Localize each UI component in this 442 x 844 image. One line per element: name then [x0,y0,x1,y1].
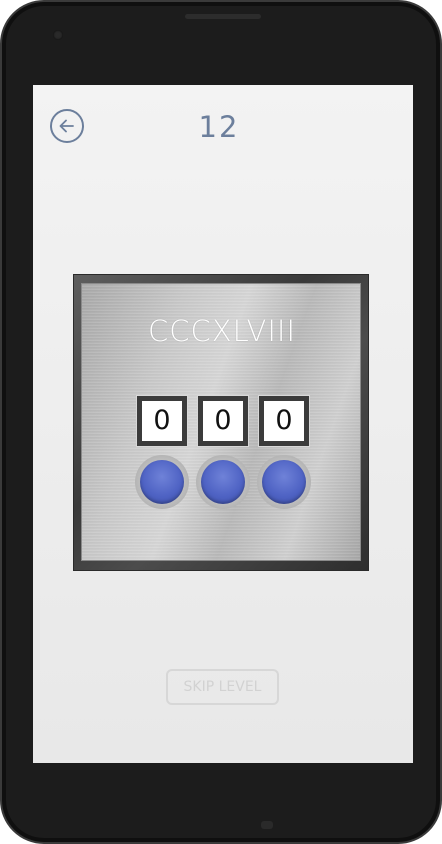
phone-frame: 12 CCCXLVIII 0 0 0 SKIP LEVEL [0,0,442,844]
earpiece-speaker [185,14,261,19]
skip-level-button[interactable]: SKIP LEVEL [166,669,279,705]
brushed-metal-plate: CCCXLVIII 0 0 0 [81,283,361,561]
blue-button-cap [201,460,245,504]
increment-ones-button[interactable] [257,455,311,509]
bottom-speaker [261,821,273,829]
digit-display-tens: 0 [197,395,249,447]
increment-hundreds-button[interactable] [135,455,189,509]
digit-display-ones: 0 [258,395,310,447]
back-button[interactable] [50,109,84,143]
blue-button-cap [262,460,306,504]
increment-tens-button[interactable] [196,455,250,509]
blue-button-cap [140,460,184,504]
puzzle-panel: CCCXLVIII 0 0 0 [73,274,369,571]
digit-display-hundreds: 0 [136,395,188,447]
roman-numeral-clue: CCCXLVIII [147,314,297,348]
front-camera [53,30,63,40]
app-screen: 12 CCCXLVIII 0 0 0 SKIP LEVEL [33,85,413,763]
level-number: 12 [198,110,240,144]
arrow-left-icon [59,119,74,133]
